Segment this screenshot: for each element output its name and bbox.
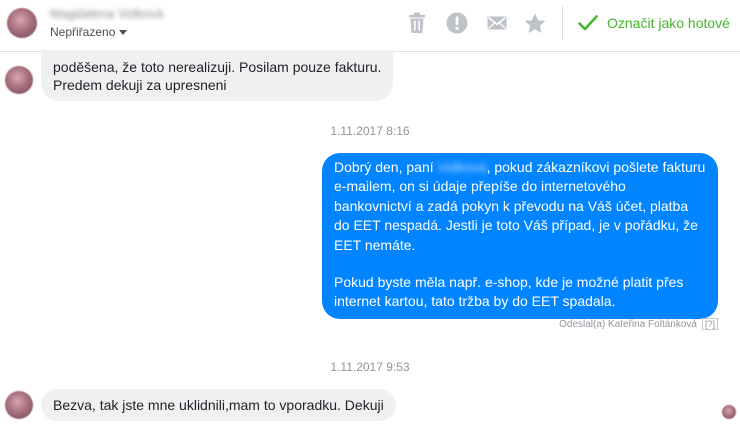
redacted-name: Volková <box>437 159 487 175</box>
contact-avatar[interactable] <box>7 8 37 38</box>
envelope-icon <box>487 16 507 30</box>
message-line: Predem dekuji za upresneni <box>53 77 227 93</box>
mark-spam-button[interactable] <box>445 11 469 35</box>
message-timestamp: 1.11.2017 8:16 <box>330 124 410 138</box>
conversation-header: Magdalena Volková Nepřiřazeno Označit ja… <box>0 0 740 52</box>
star-icon <box>524 13 546 33</box>
mark-done-button[interactable]: Označit jako hotové <box>578 12 730 34</box>
trash-icon <box>409 12 425 33</box>
seen-avatar <box>722 405 736 419</box>
sent-by-info: Odeslal(a) Kateřina Foltánková [?] <box>559 318 718 330</box>
message-paragraph: Pokud byste měla např. e-shop, kde je mo… <box>334 274 684 310</box>
mark-done-label: Označit jako hotové <box>607 15 730 31</box>
message-text: Bezva, tak jste mne uklidnili,mam to vpo… <box>53 397 384 413</box>
sent-by-label: Odeslal(a) Kateřina Foltánková <box>559 318 697 330</box>
toolbar-divider <box>562 6 563 40</box>
message-bubble-outgoing[interactable]: Dobrý den, paní Volková, pokud zákazníko… <box>322 153 718 319</box>
checkmark-icon <box>578 15 598 31</box>
assignment-dropdown[interactable]: Nepřiřazeno <box>50 25 128 39</box>
message-paragraph: Dobrý den, paní Volková, pokud zákazníko… <box>334 158 706 255</box>
contact-avatar <box>5 391 33 419</box>
delete-button[interactable] <box>405 11 429 35</box>
contact-avatar <box>5 66 33 94</box>
star-button[interactable] <box>523 11 547 35</box>
help-link[interactable]: [?] <box>701 318 718 330</box>
message-bubble-incoming[interactable]: poděšena, že toto nerealizuji. Posilam p… <box>41 50 394 101</box>
chevron-down-icon <box>119 30 128 35</box>
mark-unread-button[interactable] <box>485 11 509 35</box>
message-timestamp: 1.11.2017 9:53 <box>330 360 410 374</box>
message-line: poděšena, že toto nerealizuji. Posilam p… <box>53 59 382 75</box>
assignment-label: Nepřiřazeno <box>50 25 116 39</box>
message-text: Dobrý den, paní <box>334 159 438 175</box>
contact-name[interactable]: Magdalena Volková <box>50 6 163 21</box>
message-bubble-incoming[interactable]: Bezva, tak jste mne uklidnili,mam to vpo… <box>41 389 396 421</box>
exclamation-icon <box>446 12 468 34</box>
